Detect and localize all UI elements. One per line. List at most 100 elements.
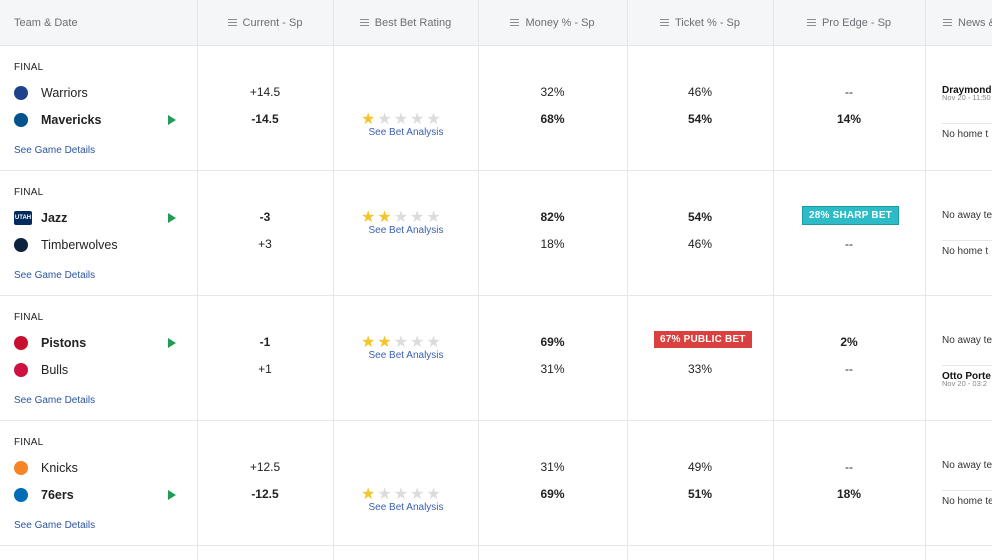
star-icon: ★ <box>426 209 441 226</box>
news-empty-text: No home te <box>942 496 992 507</box>
header-label: Current - Sp <box>242 16 303 29</box>
header-label: Money % - Sp <box>525 16 595 29</box>
team-logo-icon <box>14 461 28 475</box>
team-name: Jazz <box>41 211 68 225</box>
game-status: FINAL <box>14 437 44 448</box>
game-status: FINAL <box>14 312 44 323</box>
spread-value: +1 <box>258 362 272 376</box>
table-header: Team & Date Current - Sp Best Bet Rating Mo… <box>0 0 992 46</box>
header-team-date[interactable]: Team & Date <box>14 0 78 45</box>
star-icon: ★ <box>361 111 376 128</box>
spread-value: +14.5 <box>249 85 281 99</box>
best-bet-rating-stars: ★ ★ ★ ★ ★ <box>361 112 451 128</box>
star-icon: ★ <box>393 209 409 226</box>
best-bet-rating-stars: ★ ★ ★ ★ ★ <box>361 210 451 226</box>
star-icon: ★ <box>410 111 425 128</box>
header-ticket-percent[interactable]: Ticket % - Sp <box>627 0 773 45</box>
see-game-details-link[interactable]: See Game Details <box>14 145 95 156</box>
star-icon: ★ <box>410 486 425 503</box>
ticket-percent: 46% <box>687 85 713 99</box>
header-current-spread[interactable]: Current - Sp <box>197 0 333 45</box>
header-label: News & <box>958 16 992 29</box>
news-empty-text: No home t <box>942 246 989 257</box>
news-empty-text: No away te <box>942 460 992 471</box>
best-bet-rating-stars: ★ ★ ★ ★ ★ <box>361 335 451 351</box>
star-icon: ★ <box>361 334 376 351</box>
money-percent: 69% <box>540 335 565 349</box>
see-bet-analysis-link[interactable]: See Bet Analysis <box>335 502 477 513</box>
team-logo-icon <box>14 336 28 350</box>
see-bet-analysis-link[interactable]: See Bet Analysis <box>335 127 477 138</box>
team-entry[interactable]: Pistons <box>14 334 86 352</box>
team-entry[interactable]: 76ers <box>14 486 74 504</box>
play-arrow-icon[interactable] <box>168 490 176 500</box>
star-icon: ★ <box>361 209 376 226</box>
sharp-bet-badge: 28% SHARP BET <box>802 206 899 225</box>
star-icon: ★ <box>377 209 392 226</box>
header-label: Team & Date <box>14 16 78 29</box>
money-percent: 31% <box>540 362 565 376</box>
header-pro-edge[interactable]: Pro Edge - Sp <box>773 0 925 45</box>
star-icon: ★ <box>377 111 392 128</box>
see-game-details-link[interactable]: See Game Details <box>14 270 95 281</box>
news-timestamp: Nov 20 - 03:2 <box>942 379 988 388</box>
see-bet-analysis-link[interactable]: See Bet Analysis <box>335 350 477 361</box>
ticket-percent: 51% <box>687 487 713 501</box>
best-bet-rating-stars: ★ ★ ★ ★ ★ <box>361 487 451 503</box>
play-arrow-icon[interactable] <box>168 213 176 223</box>
star-icon: ★ <box>410 209 425 226</box>
see-game-details-link[interactable]: See Game Details <box>14 395 95 406</box>
star-icon: ★ <box>393 334 409 351</box>
play-arrow-icon[interactable] <box>168 338 176 348</box>
game-row: FINAL UTAH Jazz -3 82% 54% Timberwolves +3 18% 46… <box>0 170 992 296</box>
header-best-bet-rating[interactable]: Best Bet Rating <box>333 0 478 45</box>
team-entry[interactable]: Knicks <box>14 459 78 477</box>
news-divider <box>942 123 992 124</box>
team-name: 76ers <box>41 488 74 502</box>
pro-edge-value: 2% <box>840 335 858 349</box>
news-timestamp: Nov 20 - 11:50 <box>942 93 991 102</box>
star-icon: ★ <box>393 111 409 128</box>
column-menu-icon[interactable] <box>660 17 669 28</box>
game-row: FINAL Knicks +12.5 31% 49% -- 76ers -12.5 69% 51%… <box>0 420 992 546</box>
spread-value: -1 <box>259 335 271 349</box>
play-arrow-icon[interactable] <box>168 115 176 125</box>
pro-edge-value: -- <box>845 362 853 376</box>
column-menu-icon[interactable] <box>227 17 237 28</box>
team-name: Timberwolves <box>41 238 118 252</box>
money-percent: 32% <box>540 85 565 99</box>
pro-edge-value: -- <box>845 237 853 251</box>
money-percent: 68% <box>540 112 565 126</box>
column-menu-icon[interactable] <box>510 17 520 28</box>
star-icon: ★ <box>426 334 441 351</box>
team-logo-icon <box>14 488 28 502</box>
team-entry[interactable]: UTAH Jazz <box>14 209 67 227</box>
column-menu-icon[interactable] <box>359 17 369 28</box>
team-name: Warriors <box>41 86 88 100</box>
team-name: Pistons <box>41 336 87 350</box>
see-bet-analysis-link[interactable]: See Bet Analysis <box>335 225 477 236</box>
column-menu-icon[interactable] <box>806 17 816 28</box>
column-menu-icon[interactable] <box>943 17 952 28</box>
team-name: Knicks <box>41 461 78 475</box>
game-status: FINAL <box>14 187 44 198</box>
money-percent: 82% <box>540 210 565 224</box>
pro-edge-value: -- <box>845 460 853 474</box>
team-logo-icon <box>14 363 28 377</box>
team-logo-icon <box>14 238 28 252</box>
news-divider <box>942 240 992 241</box>
pro-edge-value: 18% <box>836 487 862 501</box>
team-entry[interactable]: Warriors <box>14 84 88 102</box>
game-status: FINAL <box>14 62 44 73</box>
news-empty-text: No home t <box>942 129 989 140</box>
team-entry[interactable]: Mavericks <box>14 111 101 129</box>
star-icon: ★ <box>393 486 409 503</box>
see-game-details-link[interactable]: See Game Details <box>14 520 95 531</box>
star-icon: ★ <box>426 486 441 503</box>
ticket-percent: 49% <box>687 460 713 474</box>
team-entry[interactable]: Timberwolves <box>14 236 118 254</box>
team-entry[interactable]: Bulls <box>14 361 68 379</box>
header-news[interactable]: News & <box>925 0 992 45</box>
team-name: Mavericks <box>41 113 102 127</box>
header-money-percent[interactable]: Money % - Sp <box>478 0 627 45</box>
